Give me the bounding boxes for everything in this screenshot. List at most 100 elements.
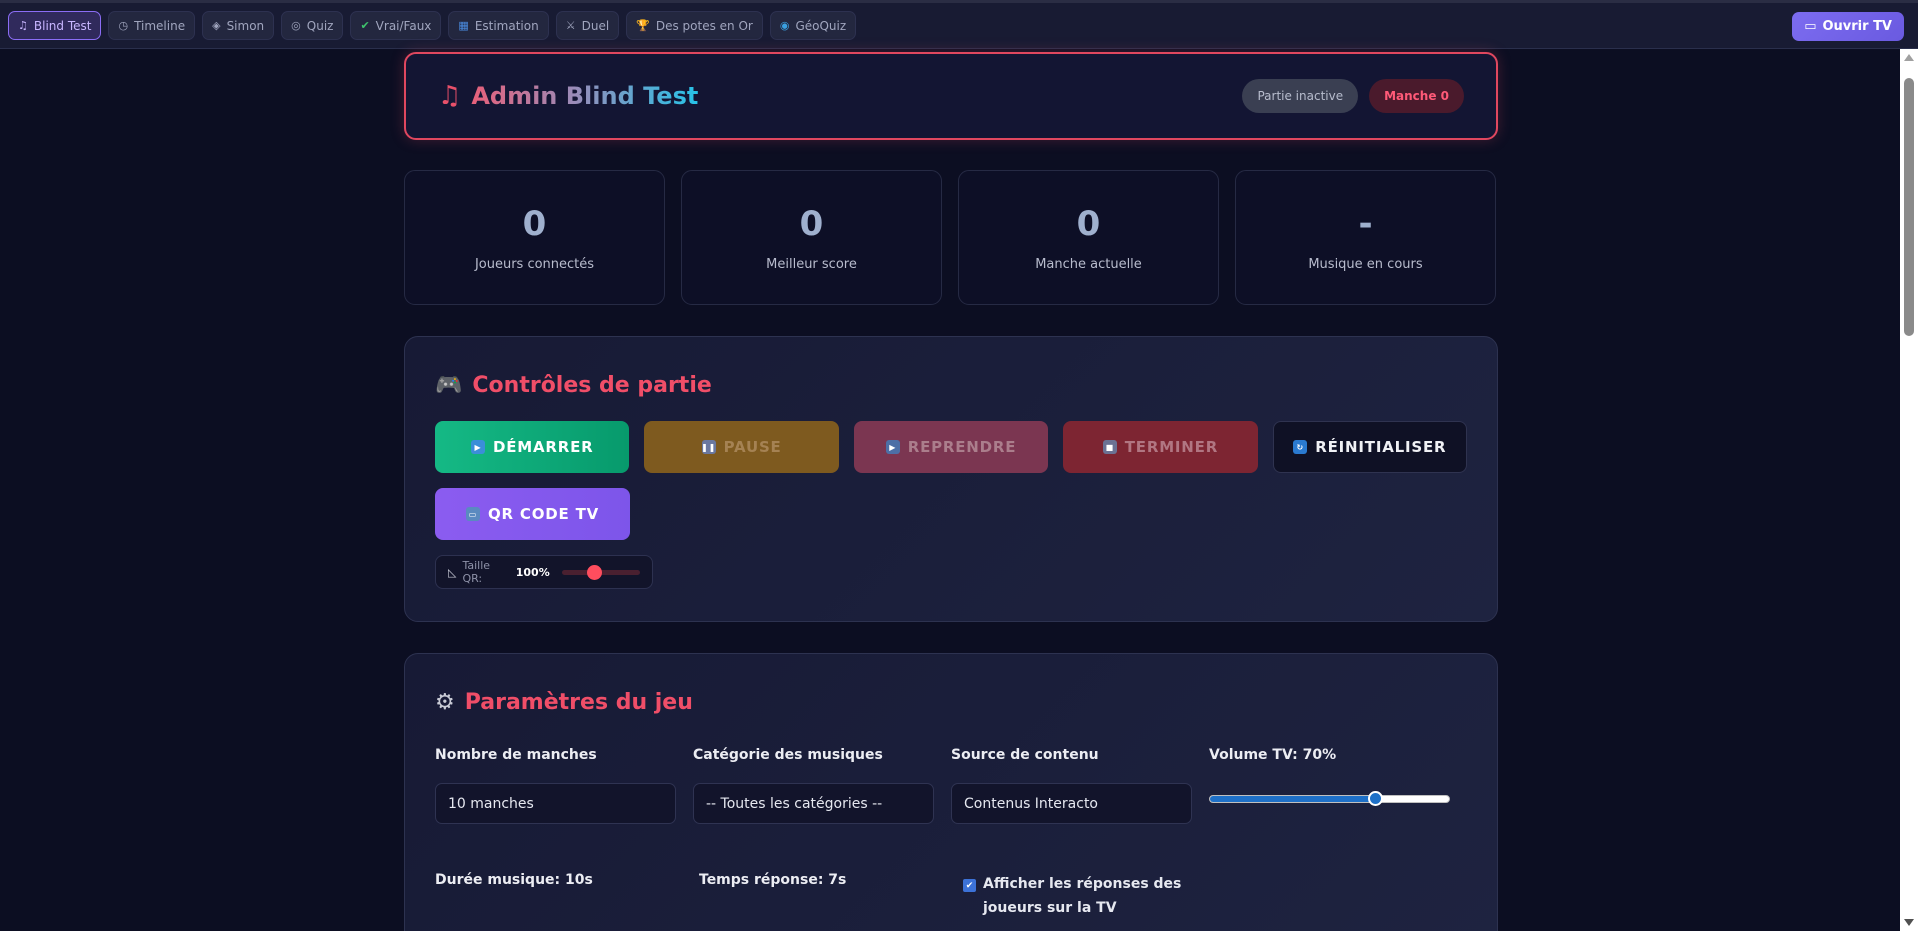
qr-size-label: Taille QR:	[462, 559, 491, 585]
stat-label: Joueurs connectés	[474, 257, 595, 272]
stat-label: Musique en cours	[1308, 257, 1423, 272]
control-buttons: ▶ DÉMARRER ❚❚ PAUSE ▶ REPRENDRE ■ TERMIN…	[435, 421, 1468, 473]
scroll-up-arrow-icon[interactable]	[1904, 54, 1914, 61]
main-content: ♫ Admin Blind Test Partie inactive Manch…	[404, 52, 1498, 931]
tab-blind-test[interactable]: ♫ Blind Test	[8, 11, 102, 40]
volume-slider-thumb[interactable]	[1368, 791, 1384, 806]
play-icon: ▶	[470, 440, 485, 454]
admin-header: ♫ Admin Blind Test Partie inactive Manch…	[404, 52, 1498, 140]
tab-label: Timeline	[134, 18, 186, 33]
page-title: Admin Blind Test	[471, 82, 699, 110]
stat-connected-players: 0 Joueurs connectés	[404, 170, 665, 305]
open-tv-button[interactable]: ▭ Ouvrir TV	[1792, 12, 1904, 41]
category-setting: Catégorie des musiques -- Toutes les cat…	[693, 747, 951, 824]
stat-label: Manche actuelle	[1035, 257, 1142, 272]
round-badge: Manche 0	[1369, 79, 1464, 113]
refresh-icon: ↻	[1293, 440, 1308, 454]
gamepad-icon: ◈	[212, 19, 221, 32]
top-nav: ♫ Blind Test ◷ Timeline ◈ Simon ◎ Quiz ✔…	[0, 0, 1918, 49]
volume-slider-fill	[1210, 796, 1379, 802]
response-label: Temps réponse: 7s	[699, 872, 847, 888]
stat-value: 0	[522, 204, 547, 244]
game-tabs: ♫ Blind Test ◷ Timeline ◈ Simon ◎ Quiz ✔…	[0, 11, 857, 40]
response-setting: Temps réponse: 7s	[699, 872, 963, 920]
stop-label: TERMINER	[1124, 438, 1219, 456]
controls-title-text: Contrôles de partie	[472, 373, 712, 398]
source-label: Source de contenu	[951, 747, 1099, 763]
clock-icon: ◷	[118, 19, 129, 32]
category-label: Catégorie des musiques	[693, 747, 883, 763]
music-note-icon: ♫	[438, 81, 462, 111]
pause-label: PAUSE	[723, 438, 782, 456]
resume-button[interactable]: ▶ REPRENDRE	[853, 421, 1049, 473]
reset-label: RÉINITIALISER	[1315, 438, 1447, 456]
tab-quiz[interactable]: ◎ Quiz	[281, 11, 344, 40]
tv-icon: ▭	[465, 507, 480, 521]
qr-code-tv-button[interactable]: ▭ QR CODE TV	[435, 488, 630, 540]
category-select[interactable]: -- Toutes les catégories --	[693, 783, 934, 824]
tab-duel[interactable]: ⚔ Duel	[555, 11, 620, 40]
pause-icon: ❚❚	[701, 440, 716, 454]
qr-size-slider-thumb[interactable]	[587, 564, 603, 580]
stat-value: 0	[1076, 204, 1101, 244]
volume-label: Volume TV: 70%	[1209, 747, 1337, 763]
game-status-badge: Partie inactive	[1242, 79, 1359, 113]
resume-label: REPRENDRE	[907, 438, 1017, 456]
scrollbar-thumb[interactable]	[1904, 78, 1914, 336]
target-icon: ◎	[291, 19, 301, 32]
duration-label: Durée musique: 10s	[435, 872, 593, 888]
duration-setting: Durée musique: 10s	[435, 872, 699, 920]
qr-size-control: ◺ Taille QR: 100%	[435, 555, 653, 589]
tab-label: Duel	[581, 18, 610, 33]
tab-simon[interactable]: ◈ Simon	[202, 11, 275, 40]
stat-label: Meilleur score	[766, 257, 857, 272]
swords-icon: ⚔	[565, 19, 576, 32]
check-icon: ✔	[360, 19, 370, 32]
reset-button[interactable]: ↻ RÉINITIALISER	[1272, 421, 1468, 473]
tab-des-potes-en-or[interactable]: 🏆 Des potes en Or	[626, 11, 763, 40]
tab-label: GéoQuiz	[795, 18, 847, 33]
stat-current-music: - Musique en cours	[1235, 170, 1496, 305]
show-answers-checkbox[interactable]: ✔	[963, 879, 976, 892]
stat-current-round: 0 Manche actuelle	[958, 170, 1219, 305]
tab-estimation[interactable]: ▦ Estimation	[448, 11, 549, 40]
tab-vrai-faux[interactable]: ✔ Vrai/Faux	[350, 11, 442, 40]
source-select[interactable]: Contenus Interacto	[951, 783, 1192, 824]
volume-setting: Volume TV: 70%	[1209, 747, 1467, 824]
tv-icon: ▭	[1804, 19, 1817, 34]
stat-value: 0	[799, 204, 824, 244]
tab-label: Blind Test	[33, 18, 92, 33]
gear-icon: ⚙	[435, 690, 455, 715]
title-wrap: ♫ Admin Blind Test	[438, 81, 698, 111]
tab-label: Des potes en Or	[655, 18, 753, 33]
stop-button[interactable]: ■ TERMINER	[1063, 421, 1258, 473]
qr-size-slider[interactable]	[561, 564, 640, 580]
status-badges: Partie inactive Manche 0	[1242, 79, 1464, 113]
tab-label: Estimation	[474, 18, 539, 33]
start-button[interactable]: ▶ DÉMARRER	[435, 421, 630, 473]
rounds-setting: Nombre de manches 10 manches	[435, 747, 693, 824]
show-answers-setting: ✔ Afficher les réponses des joueurs sur …	[963, 872, 1227, 920]
stat-value: -	[1358, 204, 1373, 244]
gamepad-icon: 🎮	[435, 373, 463, 398]
qr-label: QR CODE TV	[487, 505, 600, 523]
qr-size-value: 100%	[515, 565, 550, 579]
rounds-label: Nombre de manches	[435, 747, 597, 763]
tab-geoquiz[interactable]: ◉ GéoQuiz	[769, 11, 857, 40]
tab-label: Vrai/Faux	[375, 18, 432, 33]
show-answers-option: ✔ Afficher les réponses des joueurs sur …	[963, 872, 1227, 920]
music-note-icon: ♫	[18, 19, 28, 32]
source-setting: Source de contenu Contenus Interacto	[951, 747, 1209, 824]
pause-button[interactable]: ❚❚ PAUSE	[644, 421, 839, 473]
play-icon: ▶	[885, 440, 900, 454]
volume-slider[interactable]	[1209, 791, 1450, 806]
settings-title-text: Paramètres du jeu	[464, 690, 693, 715]
game-settings-panel: ⚙ Paramètres du jeu Nombre de manches 10…	[404, 653, 1498, 931]
rounds-select[interactable]: 10 manches	[435, 783, 676, 824]
ruler-icon: ◺	[448, 565, 457, 579]
tab-label: Simon	[226, 18, 265, 33]
page-scrollbar[interactable]	[1900, 49, 1918, 931]
settings-title: ⚙ Paramètres du jeu	[435, 654, 1467, 715]
scroll-down-arrow-icon[interactable]	[1904, 919, 1914, 926]
tab-timeline[interactable]: ◷ Timeline	[108, 11, 196, 40]
